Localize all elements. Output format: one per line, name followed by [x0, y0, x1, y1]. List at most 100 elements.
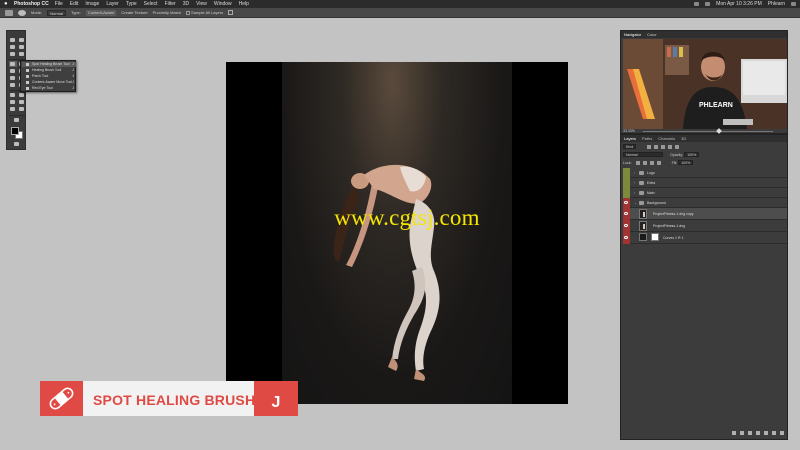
rectangle-tool-icon[interactable] [18, 99, 26, 105]
type-tool-icon[interactable] [18, 92, 26, 98]
type-create-texture[interactable]: Create Texture [121, 10, 147, 15]
hand-tool-icon[interactable] [9, 106, 17, 112]
tab-color[interactable]: Color [647, 31, 657, 38]
link-layers-icon[interactable] [732, 431, 736, 435]
blend-mode-select[interactable]: Normal [623, 152, 663, 157]
adjustment-filter-icon[interactable] [654, 145, 659, 150]
apple-icon[interactable]: ● [4, 0, 10, 8]
layer-row-logo[interactable]: › Logo [623, 168, 787, 178]
quick-select-tool-icon[interactable] [18, 44, 26, 50]
pixel-filter-icon[interactable] [647, 145, 652, 150]
new-layer-icon[interactable] [772, 431, 776, 435]
clock[interactable]: Mon Apr 10 3:26 PM [716, 0, 762, 8]
tab-paths[interactable]: Paths [642, 135, 652, 142]
tab-layers[interactable]: Layers [624, 135, 636, 142]
expand-arrow-icon[interactable]: › [634, 188, 635, 198]
smart-object-filter-icon[interactable] [675, 145, 680, 150]
quick-mask-icon[interactable] [13, 141, 21, 147]
menu-layer[interactable]: Layer [106, 0, 119, 8]
flyout-item-spot-healing[interactable]: Spot Healing Brush Tool J [22, 62, 76, 67]
type-filter-icon[interactable] [661, 145, 666, 150]
layer-row-projectfitness-copy[interactable]: ProjectFitness-1.dng copy [623, 208, 787, 220]
zoom-tool-icon[interactable] [18, 106, 26, 112]
layer-row-projectfitness[interactable]: ProjectFitness-1.dng [623, 220, 787, 232]
lock-all-icon[interactable] [656, 161, 661, 166]
menu-file[interactable]: File [55, 0, 63, 8]
flyout-item-content-aware-move[interactable]: Content-Aware Move Tool J [22, 80, 76, 85]
tab-channels[interactable]: Channels [658, 135, 675, 142]
flyout-item-patch[interactable]: Patch Tool J [22, 74, 76, 79]
zoom-slider[interactable] [643, 128, 773, 134]
layer-row-extra[interactable]: › Extra [623, 178, 787, 188]
opacity-input[interactable]: 100% [684, 152, 700, 157]
more-tools-icon[interactable] [13, 117, 21, 123]
brush-size-picker[interactable] [18, 9, 26, 16]
blur-tool-icon[interactable] [9, 82, 17, 88]
pen-tool-icon[interactable] [9, 92, 17, 98]
layer-row-curves[interactable]: Curves 1 R 1 [623, 232, 787, 244]
app-menu[interactable]: Photoshop CC [14, 0, 49, 8]
expand-arrow-icon[interactable]: › [634, 168, 635, 178]
user-name[interactable]: Phlearn [768, 0, 785, 8]
fill-input[interactable]: 100% [678, 160, 694, 165]
foreground-color-swatch[interactable] [11, 127, 19, 135]
clone-stamp-tool-icon[interactable] [9, 68, 17, 74]
sample-all-layers-checkbox[interactable]: Sample All Layers [186, 10, 223, 15]
tab-3d[interactable]: 3D [681, 135, 686, 142]
type-proximity-match[interactable]: Proximity Match [153, 10, 181, 15]
pressure-icon[interactable] [228, 10, 234, 15]
lock-position-icon[interactable] [642, 161, 647, 166]
tab-navigator[interactable]: Navigator [624, 31, 641, 38]
lasso-tool-icon[interactable] [9, 44, 17, 50]
crop-tool-icon[interactable] [9, 51, 17, 57]
adjustment-layer-icon[interactable] [756, 431, 760, 435]
spotlight-icon[interactable] [791, 2, 796, 6]
new-group-icon[interactable] [764, 431, 768, 435]
collapse-arrow-icon[interactable]: ⌄ [634, 198, 637, 208]
flyout-item-label: Patch Tool [32, 74, 49, 78]
marquee-tool-icon[interactable] [18, 37, 26, 43]
add-mask-icon[interactable] [748, 431, 752, 435]
menu-edit[interactable]: Edit [70, 0, 79, 8]
expand-arrow-icon[interactable]: › [634, 178, 635, 188]
move-tool-icon[interactable] [9, 37, 17, 43]
menu-help[interactable]: Help [239, 0, 249, 8]
lock-artboard-icon[interactable] [649, 161, 654, 166]
visibility-eye-icon[interactable] [624, 201, 628, 204]
eyedropper-tool-icon[interactable] [18, 51, 26, 57]
visibility-eye-icon[interactable] [624, 224, 628, 227]
bandage-icon [40, 381, 83, 416]
type-content-aware[interactable]: Content-Aware [85, 9, 117, 16]
flyout-item-healing-brush[interactable]: Healing Brush Tool J [22, 68, 76, 73]
layer-style-icon[interactable] [740, 431, 744, 435]
document-canvas[interactable] [226, 62, 568, 404]
layer-row-background[interactable]: ⌄ Background [623, 198, 787, 208]
visibility-eye-icon[interactable] [624, 212, 628, 215]
zoom-slider-thumb[interactable] [716, 128, 722, 134]
menu-filter[interactable]: Filter [165, 0, 176, 8]
filter-kind-select[interactable]: Kind [623, 144, 637, 149]
flyout-item-red-eye[interactable]: Red Eye Tool J [22, 86, 76, 91]
layer-row-main[interactable]: › Main [623, 188, 787, 198]
menu-select[interactable]: Select [144, 0, 158, 8]
trash-icon[interactable] [780, 431, 784, 435]
shape-filter-icon[interactable] [668, 145, 673, 150]
lock-pixels-icon[interactable] [635, 161, 640, 166]
battery-icon[interactable] [705, 2, 711, 6]
layer-color-tag [623, 168, 630, 178]
wifi-icon[interactable] [694, 2, 700, 6]
mode-select[interactable]: Normal [47, 9, 67, 16]
menu-image[interactable]: Image [85, 0, 99, 8]
menu-view[interactable]: View [196, 0, 207, 8]
menu-type[interactable]: Type [126, 0, 137, 8]
brush-preset-icon[interactable] [5, 9, 13, 16]
visibility-eye-icon[interactable] [624, 236, 628, 239]
red-eye-icon [26, 87, 29, 90]
menu-3d[interactable]: 3D [183, 0, 189, 8]
path-select-tool-icon[interactable] [9, 99, 17, 105]
spot-healing-tool-icon[interactable] [9, 61, 17, 67]
menu-window[interactable]: Window [214, 0, 232, 8]
layers-tabs: Layers Paths Channels 3D [621, 135, 787, 142]
zoom-value[interactable]: 33.33% [623, 129, 635, 133]
eraser-tool-icon[interactable] [9, 75, 17, 81]
